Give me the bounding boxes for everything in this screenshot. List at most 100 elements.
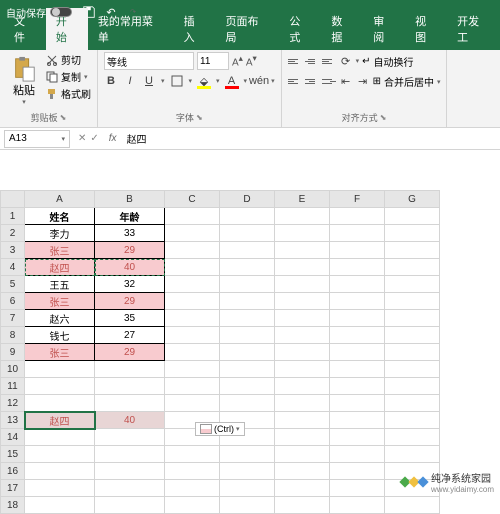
align-bottom-icon[interactable] bbox=[322, 54, 336, 68]
phonetic-button[interactable]: wén bbox=[252, 74, 266, 88]
cell-F2[interactable] bbox=[330, 225, 385, 242]
cell-C4[interactable] bbox=[165, 259, 220, 276]
cell-G18[interactable] bbox=[385, 497, 440, 514]
cell-F7[interactable] bbox=[330, 310, 385, 327]
decrease-font-icon[interactable]: A▾ bbox=[246, 53, 257, 68]
cell-D11[interactable] bbox=[220, 378, 275, 395]
increase-indent-icon[interactable]: ⇥ bbox=[356, 75, 370, 89]
cell-A16[interactable] bbox=[25, 463, 95, 480]
fx-icon[interactable]: fx bbox=[109, 133, 117, 144]
cell-E14[interactable] bbox=[275, 429, 330, 446]
cell-F8[interactable] bbox=[330, 327, 385, 344]
cell-D7[interactable] bbox=[220, 310, 275, 327]
cell-B8[interactable]: 27 bbox=[95, 327, 165, 344]
cell-C12[interactable] bbox=[165, 395, 220, 412]
clipboard-launcher-icon[interactable]: ⬊ bbox=[60, 113, 67, 122]
col-header-A[interactable]: A bbox=[25, 191, 95, 208]
cell-G14[interactable] bbox=[385, 429, 440, 446]
col-header-E[interactable]: E bbox=[275, 191, 330, 208]
decrease-indent-icon[interactable]: ⇤ bbox=[339, 75, 353, 89]
cell-F16[interactable] bbox=[330, 463, 385, 480]
cell-G7[interactable] bbox=[385, 310, 440, 327]
cell-A11[interactable] bbox=[25, 378, 95, 395]
align-middle-icon[interactable] bbox=[305, 54, 319, 68]
cell-F15[interactable] bbox=[330, 446, 385, 463]
row-header-7[interactable]: 7 bbox=[1, 310, 25, 327]
cell-G15[interactable] bbox=[385, 446, 440, 463]
row-header-14[interactable]: 14 bbox=[1, 429, 25, 446]
cell-A17[interactable] bbox=[25, 480, 95, 497]
cell-A4[interactable]: 赵四 bbox=[25, 259, 95, 276]
cell-E13[interactable] bbox=[275, 412, 330, 429]
orientation-icon[interactable]: ⟳ bbox=[339, 54, 353, 68]
cell-E16[interactable] bbox=[275, 463, 330, 480]
cell-B7[interactable]: 35 bbox=[95, 310, 165, 327]
cell-G10[interactable] bbox=[385, 361, 440, 378]
cell-G5[interactable] bbox=[385, 276, 440, 293]
cell-B17[interactable] bbox=[95, 480, 165, 497]
increase-font-icon[interactable]: A▴ bbox=[232, 53, 243, 68]
cell-B11[interactable] bbox=[95, 378, 165, 395]
cell-G2[interactable] bbox=[385, 225, 440, 242]
formula-input[interactable]: 赵四 bbox=[123, 131, 147, 146]
cell-C17[interactable] bbox=[165, 480, 220, 497]
row-header-5[interactable]: 5 bbox=[1, 276, 25, 293]
row-header-1[interactable]: 1 bbox=[1, 208, 25, 225]
row-header-10[interactable]: 10 bbox=[1, 361, 25, 378]
cell-D15[interactable] bbox=[220, 446, 275, 463]
cell-A1[interactable]: 姓名 bbox=[25, 208, 95, 225]
paste-button[interactable]: 粘贴 ▾ bbox=[6, 52, 42, 110]
cell-A6[interactable]: 张三 bbox=[25, 293, 95, 310]
cancel-icon[interactable]: ✕ bbox=[78, 133, 86, 144]
align-launcher-icon[interactable]: ⬊ bbox=[380, 113, 387, 122]
name-box[interactable]: A13▾ bbox=[4, 130, 70, 148]
cell-A14[interactable] bbox=[25, 429, 95, 446]
wrap-text-button[interactable]: ↵自动换行 bbox=[362, 54, 413, 69]
col-header-B[interactable]: B bbox=[95, 191, 165, 208]
cell-C5[interactable] bbox=[165, 276, 220, 293]
cell-G8[interactable] bbox=[385, 327, 440, 344]
row-header-8[interactable]: 8 bbox=[1, 327, 25, 344]
cell-C10[interactable] bbox=[165, 361, 220, 378]
cell-B1[interactable]: 年龄 bbox=[95, 208, 165, 225]
cell-A8[interactable]: 钱七 bbox=[25, 327, 95, 344]
cell-B16[interactable] bbox=[95, 463, 165, 480]
cell-C1[interactable] bbox=[165, 208, 220, 225]
cell-E11[interactable] bbox=[275, 378, 330, 395]
cell-F1[interactable] bbox=[330, 208, 385, 225]
cell-A7[interactable]: 赵六 bbox=[25, 310, 95, 327]
cell-E15[interactable] bbox=[275, 446, 330, 463]
cell-F14[interactable] bbox=[330, 429, 385, 446]
cell-A18[interactable] bbox=[25, 497, 95, 514]
tab-文件[interactable]: 文件 bbox=[4, 8, 46, 50]
row-header-3[interactable]: 3 bbox=[1, 242, 25, 259]
cell-A13[interactable]: 赵四 bbox=[25, 412, 95, 429]
cell-D12[interactable] bbox=[220, 395, 275, 412]
font-color-button[interactable]: A bbox=[225, 74, 239, 88]
cell-D16[interactable] bbox=[220, 463, 275, 480]
cell-B14[interactable] bbox=[95, 429, 165, 446]
cell-E5[interactable] bbox=[275, 276, 330, 293]
cell-G3[interactable] bbox=[385, 242, 440, 259]
cell-G13[interactable] bbox=[385, 412, 440, 429]
cell-C2[interactable] bbox=[165, 225, 220, 242]
cell-F9[interactable] bbox=[330, 344, 385, 361]
fill-color-button[interactable]: ⬙ bbox=[197, 74, 211, 88]
cell-E9[interactable] bbox=[275, 344, 330, 361]
tab-开发工[interactable]: 开发工 bbox=[447, 8, 500, 50]
row-header-4[interactable]: 4 bbox=[1, 259, 25, 276]
cell-C6[interactable] bbox=[165, 293, 220, 310]
paste-options-button[interactable]: (Ctrl)▾ bbox=[195, 422, 245, 436]
cell-F11[interactable] bbox=[330, 378, 385, 395]
col-header-D[interactable]: D bbox=[220, 191, 275, 208]
cell-E6[interactable] bbox=[275, 293, 330, 310]
tab-页面布局[interactable]: 页面布局 bbox=[216, 8, 280, 50]
row-header-18[interactable]: 18 bbox=[1, 497, 25, 514]
merge-center-button[interactable]: ⊞合并后居中▾ bbox=[373, 74, 441, 89]
cell-B10[interactable] bbox=[95, 361, 165, 378]
cell-F4[interactable] bbox=[330, 259, 385, 276]
cell-E4[interactable] bbox=[275, 259, 330, 276]
cell-C8[interactable] bbox=[165, 327, 220, 344]
font-name-select[interactable] bbox=[104, 52, 194, 70]
cell-E1[interactable] bbox=[275, 208, 330, 225]
